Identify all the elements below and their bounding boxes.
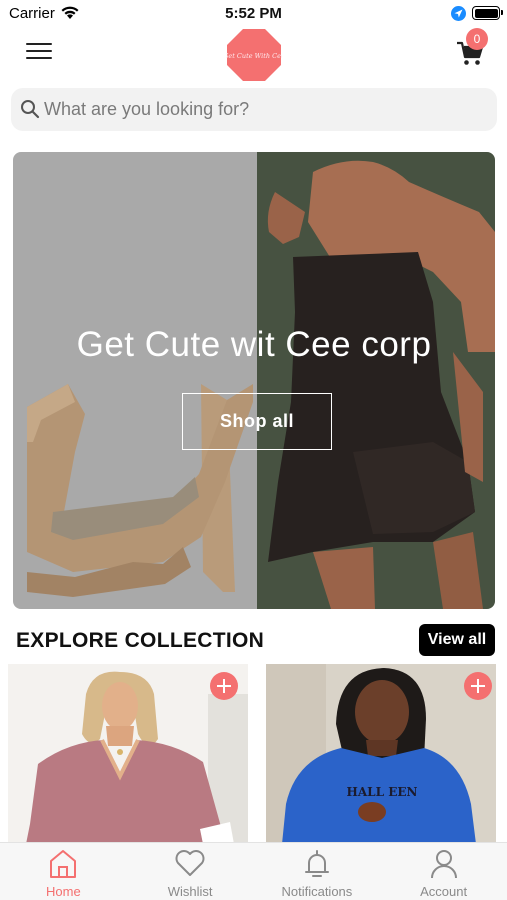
bottom-tab-bar: Home Wishlist Notifications Account [0, 842, 507, 900]
menu-icon-bar [26, 49, 52, 53]
status-bar: Carrier 5:52 PM [0, 0, 507, 28]
user-icon [430, 850, 457, 879]
status-time: 5:52 PM [225, 5, 282, 22]
tab-label: Wishlist [167, 884, 213, 899]
menu-button[interactable] [26, 40, 52, 62]
hero-title: Get Cute wit Cee corp [76, 325, 432, 364]
cart-count-badge: 0 [466, 28, 488, 50]
collection-title: EXPLORE COLLECTION [16, 629, 265, 652]
add-to-cart-button[interactable] [210, 672, 238, 700]
hero-banner[interactable]: Get Cute wit Cee corp Shop all [13, 152, 495, 609]
home-icon [50, 850, 77, 878]
search-bar[interactable] [11, 88, 497, 131]
logo-text: Get Cute With Cee [226, 52, 282, 60]
add-to-cart-button[interactable] [464, 672, 492, 700]
tab-account[interactable]: Account [380, 843, 507, 900]
product-card[interactable] [8, 664, 248, 844]
view-all-button[interactable]: View all [419, 624, 495, 656]
tab-label: Notifications [281, 884, 353, 899]
search-icon [21, 100, 40, 119]
tab-home[interactable]: Home [0, 843, 127, 900]
brand-logo[interactable]: Get Cute With Cee [226, 28, 282, 82]
app-header: Get Cute With Cee 0 [0, 28, 507, 82]
product-card[interactable]: HALL EEN [266, 664, 496, 844]
search-input[interactable] [44, 88, 484, 131]
shop-all-button[interactable]: Shop all [182, 393, 332, 450]
svg-text:HALL EEN: HALL EEN [347, 785, 418, 799]
menu-icon-bar [26, 56, 52, 59]
heart-icon [175, 850, 205, 876]
hero-overlay [13, 152, 495, 609]
location-arrow-icon [451, 6, 466, 21]
battery-icon [472, 6, 503, 20]
tab-notifications[interactable]: Notifications [254, 843, 381, 900]
tab-wishlist[interactable]: Wishlist [127, 843, 254, 900]
product-image: HALL EEN [266, 664, 496, 844]
tab-label: Home [46, 884, 81, 899]
bell-icon [304, 850, 329, 877]
tab-label: Account [420, 884, 468, 899]
menu-icon-bar [26, 43, 52, 46]
